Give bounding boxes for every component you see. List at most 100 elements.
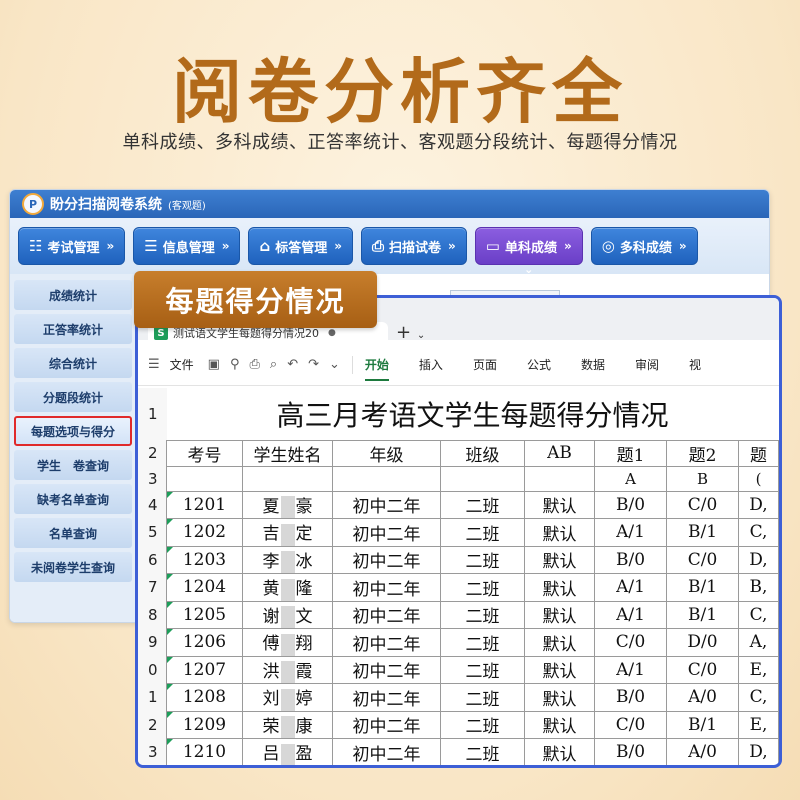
table-cell[interactable]: 默认 [524, 600, 595, 629]
row-header[interactable]: 3 [138, 466, 167, 491]
table-cell[interactable]: C/0 [666, 490, 739, 519]
table-cell[interactable]: A/1 [594, 655, 667, 684]
table-cell[interactable]: 二班 [441, 766, 525, 768]
table-cell[interactable] [166, 465, 243, 492]
column-header[interactable]: 题1 [594, 439, 667, 467]
table-cell[interactable] [524, 465, 595, 492]
sidebar-item[interactable]: 分题段统计 [14, 382, 132, 412]
table-cell[interactable]: 默认 [525, 766, 595, 768]
table-cell[interactable]: 1205 [166, 600, 243, 629]
table-cell[interactable]: B/0 [594, 738, 667, 765]
table-cell[interactable]: 默认 [524, 683, 595, 712]
tab-formula[interactable]: 公式 [527, 356, 551, 373]
table-cell[interactable]: B/1 [666, 518, 739, 547]
table-cell[interactable]: A, [738, 628, 779, 657]
row-header[interactable]: 3 [138, 738, 167, 765]
tab-view[interactable]: 视 [689, 356, 701, 373]
row-header[interactable]: 2 [138, 711, 167, 739]
single-subject-scores-button[interactable]: ▭ 单科成绩 » ⌄ [474, 227, 583, 276]
table-cell[interactable]: B [666, 465, 739, 492]
table-cell[interactable]: 二班 [440, 655, 525, 684]
table-cell[interactable]: 1206 [166, 628, 243, 657]
table-cell[interactable]: 默认 [524, 628, 595, 657]
student-name-cell[interactable]: 李冰 [242, 545, 333, 574]
student-name-cell[interactable]: 荣康 [242, 710, 333, 739]
table-cell[interactable]: B/1 [666, 600, 739, 629]
column-header[interactable]: AB [524, 439, 595, 467]
student-name-cell[interactable]: 方强 [243, 766, 333, 768]
table-cell[interactable]: 二班 [440, 683, 525, 712]
student-name-cell[interactable]: 黄隆 [242, 573, 333, 602]
tab-close-icon[interactable]: ● [328, 328, 336, 338]
row-header[interactable]: 8 [138, 601, 167, 629]
link-icon[interactable]: ⚲ [230, 357, 240, 372]
sidebar-item[interactable]: 综合统计 [14, 348, 132, 378]
table-cell[interactable]: A/0 [666, 683, 739, 712]
table-cell[interactable] [332, 465, 441, 492]
row-header[interactable]: 7 [138, 573, 167, 601]
row-header[interactable]: 1 [138, 683, 167, 711]
table-cell[interactable]: B/0 [594, 490, 667, 519]
table-cell[interactable]: 二班 [440, 573, 525, 602]
table-cell[interactable]: 初中二年 [332, 738, 441, 765]
table-cell[interactable]: E, [738, 710, 779, 739]
table-cell[interactable]: ( [738, 465, 779, 492]
table-cell[interactable]: 1201 [166, 490, 243, 519]
redo-icon[interactable]: ↷ [308, 357, 319, 372]
table-cell[interactable]: 1210 [166, 738, 243, 765]
table-cell[interactable]: 默认 [524, 655, 595, 684]
more-icon[interactable]: ⌄ [329, 357, 340, 372]
sidebar-item[interactable]: 缺考名单查询 [14, 484, 132, 514]
table-cell[interactable]: 初中二年 [332, 683, 441, 712]
save-icon[interactable]: ▣ [208, 357, 220, 372]
table-cell[interactable] [242, 465, 333, 492]
table-cell[interactable]: C/0 [594, 710, 667, 739]
student-name-cell[interactable]: 谢文 [242, 600, 333, 629]
table-cell[interactable]: B/1 [666, 573, 739, 602]
exam-management-button[interactable]: ☷ 考试管理 » [18, 227, 126, 265]
table-cell[interactable]: 初中二年 [332, 545, 441, 574]
table-cell[interactable]: 二班 [440, 518, 525, 547]
table-cell[interactable]: 初中二年 [332, 628, 441, 657]
table-cell[interactable]: 二班 [440, 490, 525, 519]
table-cell[interactable]: 初中二年 [332, 600, 441, 629]
table-cell[interactable]: C/0 [594, 628, 667, 657]
table-cell[interactable]: 1207 [166, 655, 243, 684]
column-header[interactable]: 学生姓名 [242, 439, 333, 467]
table-cell[interactable]: B/0 [594, 545, 667, 574]
table-cell[interactable]: 初中二年 [332, 490, 441, 519]
scan-papers-button[interactable]: ⎙ 扫描试卷 » [361, 227, 467, 265]
table-cell[interactable]: A/1 [595, 766, 667, 768]
info-management-button[interactable]: ☰ 信息管理 » [133, 227, 241, 265]
sheet-title[interactable]: 高三月考语文学生每题得分情况 [166, 388, 779, 441]
table-cell[interactable]: 默认 [524, 490, 595, 519]
table-cell[interactable]: 初中二年 [332, 710, 441, 739]
table-cell[interactable]: 默认 [524, 545, 595, 574]
sidebar-item[interactable]: 名单查询 [14, 518, 132, 548]
student-name-cell[interactable]: 夏豪 [242, 490, 333, 519]
table-cell[interactable]: C, [738, 683, 779, 712]
sidebar-item[interactable]: 未阅卷学生查询 [14, 552, 132, 582]
print-icon[interactable]: ⎙ [250, 357, 260, 372]
row-header[interactable]: 1 [138, 388, 167, 440]
table-cell[interactable] [440, 465, 525, 492]
table-cell[interactable]: 1202 [166, 518, 243, 547]
table-cell[interactable]: 默认 [524, 738, 595, 765]
column-header[interactable]: 题 [738, 439, 779, 467]
row-header[interactable]: 2 [138, 440, 167, 466]
tab-review[interactable]: 审阅 [635, 356, 659, 373]
sidebar-item[interactable]: 正答率统计 [14, 314, 132, 344]
student-name-cell[interactable]: 刘婷 [242, 683, 333, 712]
student-name-cell[interactable]: 吕盈 [242, 738, 333, 765]
column-header[interactable]: 年级 [332, 439, 441, 467]
table-cell[interactable]: E, [738, 655, 779, 684]
table-cell[interactable]: D, [739, 766, 779, 768]
table-cell[interactable]: 初中二年 [332, 518, 441, 547]
sidebar-item[interactable]: 每题选项与得分 [14, 416, 132, 446]
table-cell[interactable]: 二班 [440, 738, 525, 765]
student-name-cell[interactable]: 吉定 [242, 518, 333, 547]
table-cell[interactable]: C/0 [666, 545, 739, 574]
table-cell[interactable]: 1204 [166, 573, 243, 602]
column-header[interactable]: 班级 [440, 439, 525, 467]
table-cell[interactable]: D/0 [666, 628, 739, 657]
